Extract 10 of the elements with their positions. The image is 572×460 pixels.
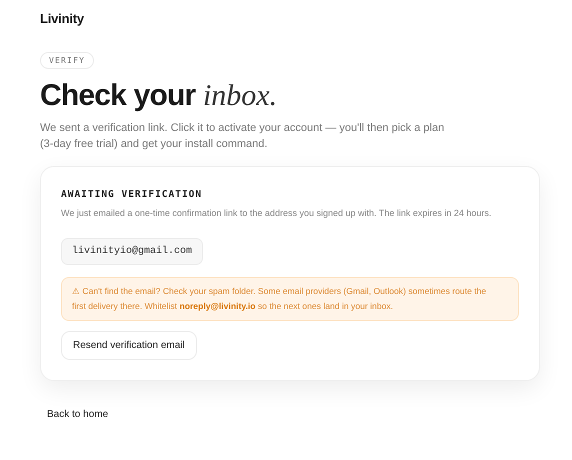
verify-badge: VERIFY bbox=[40, 52, 94, 69]
page-title: Check your inbox. bbox=[40, 78, 278, 114]
back-home-link[interactable]: Back to home bbox=[47, 409, 108, 420]
card-description: We just emailed a one-time confirmation link to the address you signed up with. The link expires in 24 hours. bbox=[61, 207, 492, 220]
card-heading: AWAITING VERIFICATION bbox=[61, 189, 204, 200]
brand-logo: Livinity bbox=[40, 11, 84, 26]
resend-button[interactable]: Resend verification email bbox=[61, 331, 197, 360]
page-subtitle: We sent a verification link. Click it to activate your account — you'll then pick a plan (3-day free trial) and get your install command. bbox=[40, 121, 446, 152]
spam-notice: ⚠ Can't find the email? Check your spam folder. Some email providers (Gmail, Outlook) sometimes route the first delivery there. Whitelist noreply@livinity.io so the next ones land in your inbox. bbox=[61, 277, 519, 321]
email-address: livinityio@gmail.com bbox=[61, 238, 204, 265]
